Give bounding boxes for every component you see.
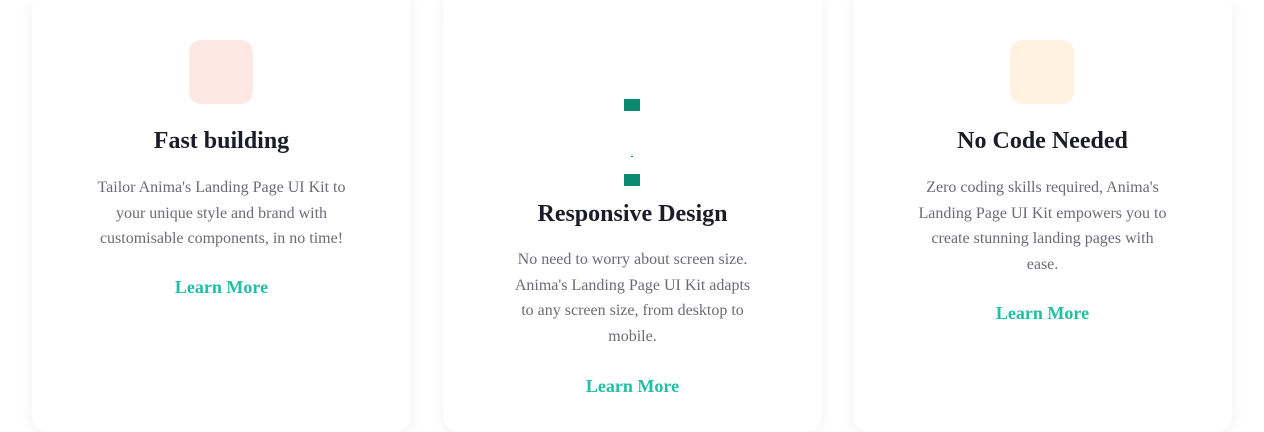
learn-more-link[interactable]: Learn More (853, 301, 1232, 325)
learn-more-link[interactable]: Learn More (443, 374, 822, 398)
feature-card-responsive-design: Responsive Design No need to worry about… (443, 0, 822, 432)
feature-title: Fast building (153, 128, 290, 154)
feature-title: No Code Needed (957, 128, 1128, 154)
feature-card-fast-building: Fast building Tailor Anima's Landing Pag… (32, 0, 411, 432)
features-row: Fast building Tailor Anima's Landing Pag… (0, 0, 1264, 432)
responsive-devices-icon (624, 99, 640, 187)
device-bottom-shape (624, 174, 640, 186)
feature-description: Tailor Anima's Landing Page UI Kit to yo… (97, 179, 346, 248)
feature-description: No need to worry about screen size. Anim… (514, 251, 751, 346)
device-top-shape (624, 99, 640, 111)
no-code-icon (1010, 40, 1074, 104)
feature-card-no-code-needed: No Code Needed Zero coding skills requir… (853, 0, 1232, 432)
feature-description: Zero coding skills required, Anima's Lan… (918, 179, 1167, 274)
fast-building-icon (189, 40, 253, 104)
feature-title: Responsive Design (537, 201, 728, 227)
device-dot-shape (631, 156, 633, 157)
learn-more-link[interactable]: Learn More (32, 275, 411, 299)
